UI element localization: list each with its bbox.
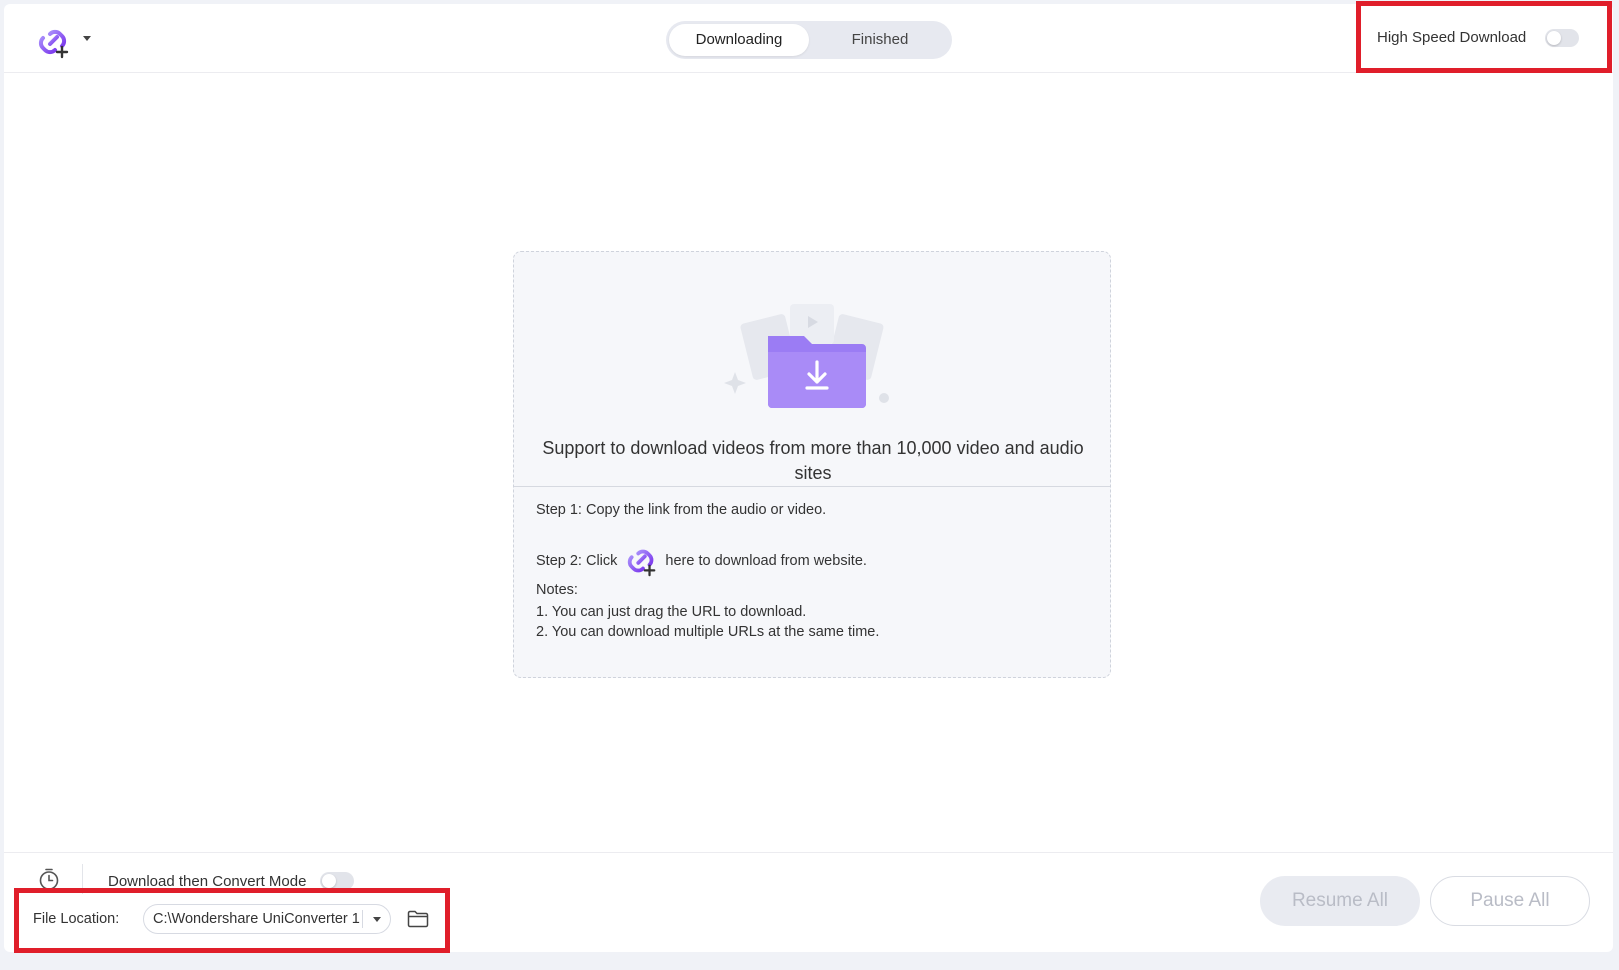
note-1: 1. You can just drag the URL to download…	[536, 604, 807, 620]
app-window: Downloading Finished Support to download…	[4, 4, 1613, 952]
dropzone-divider	[514, 486, 1110, 487]
add-url-dropdown-button[interactable]	[80, 32, 94, 46]
step-2-row: Step 2: Click here to download from webs…	[536, 544, 867, 578]
highlight-box-file-location	[14, 888, 450, 953]
dropzone-title: Support to download videos from more tha…	[542, 438, 1084, 483]
add-url-button[interactable]	[36, 24, 72, 60]
chevron-down-icon	[83, 36, 91, 41]
toggle-knob	[322, 874, 336, 888]
highlight-box-high-speed	[1356, 1, 1612, 73]
download-dropzone[interactable]: Support to download videos from more tha…	[513, 251, 1111, 678]
download-folder-illustration	[724, 304, 889, 408]
note-2: 2. You can download multiple URLs at the…	[536, 624, 880, 640]
link-add-icon	[625, 544, 659, 578]
tab-downloading[interactable]: Downloading	[669, 24, 809, 56]
step-2-suffix: here to download from website.	[665, 553, 867, 569]
step-2-prefix: Step 2: Click	[536, 553, 618, 569]
pause-all-button[interactable]: Pause All	[1430, 876, 1590, 926]
link-add-icon	[38, 29, 69, 59]
download-tabs: Downloading Finished	[666, 21, 952, 59]
resume-all-button[interactable]: Resume All	[1260, 876, 1420, 926]
notes-title: Notes:	[536, 582, 578, 598]
step-1-text: Step 1: Copy the link from the audio or …	[536, 502, 827, 518]
tab-finished[interactable]: Finished	[812, 24, 948, 56]
